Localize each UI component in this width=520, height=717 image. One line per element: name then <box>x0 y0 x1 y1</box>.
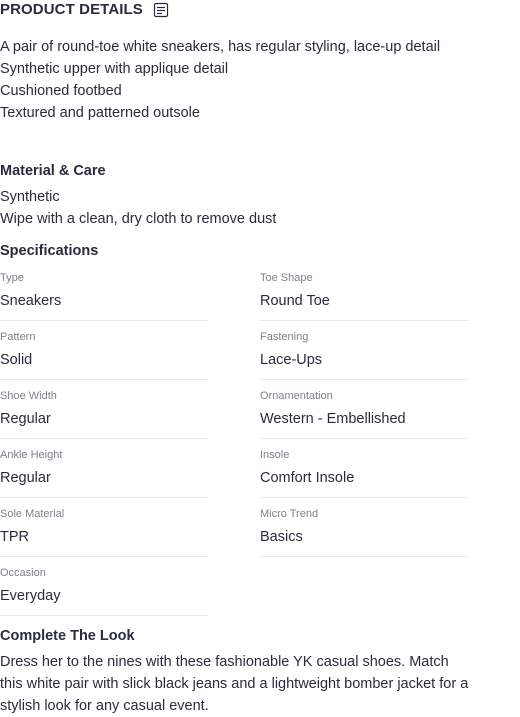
spec-pattern: Pattern Solid <box>0 330 208 380</box>
product-description-text: A pair of round-toe white sneakers, has … <box>0 39 441 55</box>
product-description: A pair of round-toe white sneakers, has … <box>0 36 450 124</box>
complete-the-look-text-block: Dress her to the nines with these fashio… <box>0 651 470 717</box>
document-list-icon <box>153 2 169 18</box>
complete-the-look-title: Complete The Look <box>0 628 135 644</box>
spec-label: Occasion <box>0 567 46 579</box>
spec-label: Ornamentation <box>260 390 333 402</box>
spec-shoe-width: Shoe Width Regular <box>0 389 208 439</box>
spec-value: Solid <box>0 352 33 368</box>
product-feature: Cushioned footbed <box>0 83 122 99</box>
spec-ankle-height: Ankle Height Regular <box>0 448 208 498</box>
spec-label: Toe Shape <box>260 272 313 284</box>
spec-label: Ankle Height <box>0 449 63 461</box>
spec-value: Sneakers <box>0 293 62 309</box>
product-details-title: PRODUCT DETAILS <box>0 1 143 18</box>
spec-toe-shape: Toe Shape Round Toe <box>260 271 468 321</box>
spec-label: Type <box>0 272 24 284</box>
product-feature: Synthetic upper with applique detail <box>0 61 229 77</box>
spec-value: Lace-Ups <box>260 352 323 368</box>
specifications-title: Specifications <box>0 243 99 259</box>
material-care-text: Synthetic Wipe with a clean, dry cloth t… <box>0 186 276 230</box>
spec-value: Regular <box>0 411 51 427</box>
spec-value: Everyday <box>0 588 61 604</box>
spec-value: Western - Embellished <box>260 411 406 427</box>
spec-label: Sole Material <box>0 508 65 520</box>
spec-value: Regular <box>0 470 51 486</box>
spec-label: Shoe Width <box>0 390 57 402</box>
material-care-line: Wipe with a clean, dry cloth to remove d… <box>0 211 277 227</box>
spec-label: Fastening <box>260 331 309 343</box>
spec-type: Type Sneakers <box>0 271 208 321</box>
spec-label: Insole <box>260 449 290 461</box>
spec-fastening: Fastening Lace-Ups <box>260 330 468 380</box>
material-care-line: Synthetic <box>0 189 60 205</box>
product-details-heading: PRODUCT DETAILS <box>0 1 169 18</box>
spec-value: Comfort Insole <box>260 470 355 486</box>
spec-micro-trend: Micro Trend Basics <box>260 507 468 557</box>
spec-label: Micro Trend <box>260 508 319 520</box>
complete-the-look-text: Dress her to the nines with these fashio… <box>0 654 469 714</box>
material-care-title: Material & Care <box>0 163 106 179</box>
spec-value: TPR <box>0 529 29 545</box>
spec-value: Round Toe <box>260 293 330 309</box>
spec-occasion: Occasion Everyday <box>0 566 208 616</box>
spec-value: Basics <box>260 529 303 545</box>
product-feature: Textured and patterned outsole <box>0 105 200 121</box>
spec-label: Pattern <box>0 331 36 343</box>
spec-sole-material: Sole Material TPR <box>0 507 208 557</box>
spec-ornamentation: Ornamentation Western - Embellished <box>260 389 468 439</box>
spec-insole: Insole Comfort Insole <box>260 448 468 498</box>
